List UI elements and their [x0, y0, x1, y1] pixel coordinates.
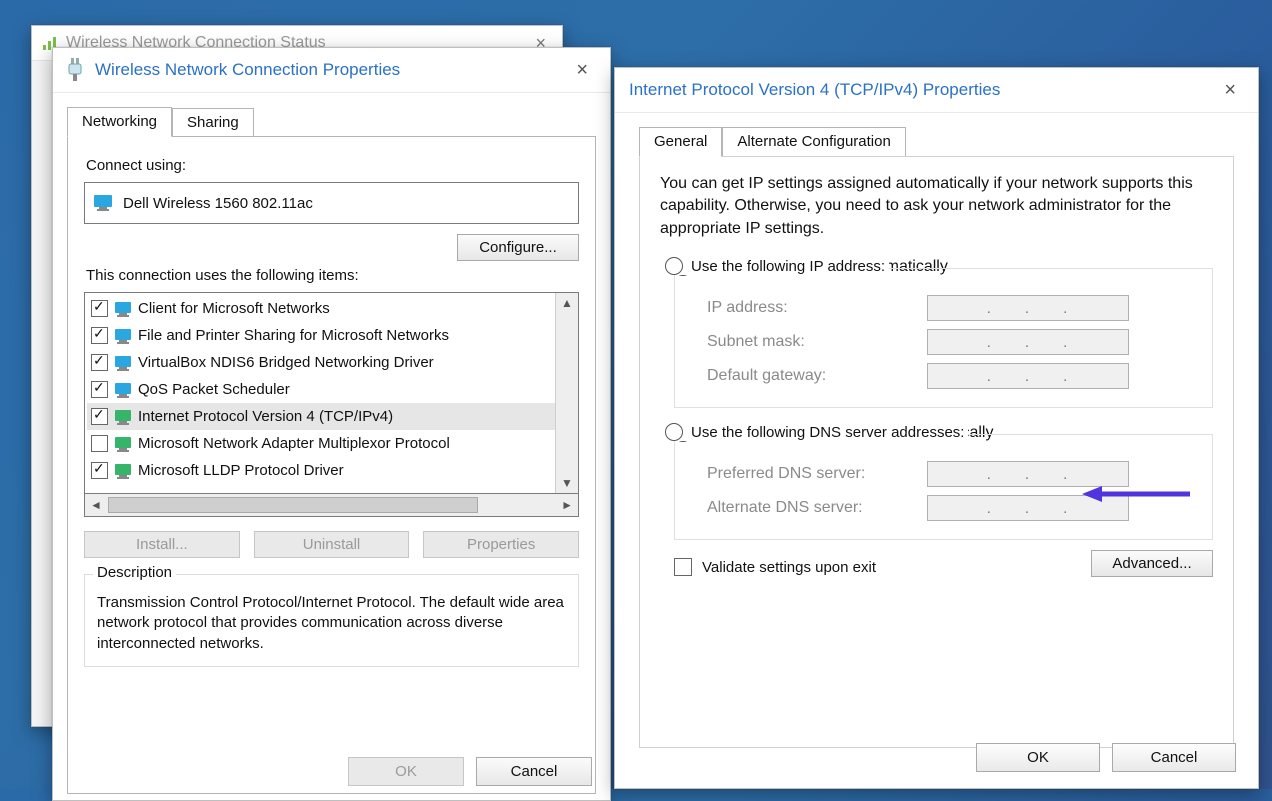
- item-label: Microsoft Network Adapter Multiplexor Pr…: [138, 435, 450, 452]
- tab-networking[interactable]: Networking: [67, 107, 172, 137]
- props-titlebar[interactable]: Wireless Network Connection Properties ×: [53, 48, 610, 93]
- uninstall-button[interactable]: Uninstall: [254, 531, 410, 558]
- items-scrollbar-horizontal[interactable]: ◄ ►: [84, 494, 579, 517]
- ipv4-title: Internet Protocol Version 4 (TCP/IPv4) P…: [629, 80, 1216, 100]
- props-ok-button[interactable]: OK: [348, 757, 464, 786]
- protocol-icon: [114, 354, 134, 372]
- adapter-name: Dell Wireless 1560 802.11ac: [123, 195, 313, 212]
- radio-dns-manual[interactable]: [665, 423, 683, 441]
- subnet-mask-input: ...: [927, 329, 1129, 355]
- scroll-left-arrow[interactable]: ◄: [85, 498, 107, 512]
- props-title: Wireless Network Connection Properties: [95, 60, 568, 80]
- scroll-thumb[interactable]: [108, 497, 478, 513]
- item-label: Internet Protocol Version 4 (TCP/IPv4): [138, 408, 393, 425]
- items-label: This connection uses the following items…: [86, 267, 577, 284]
- ipv4-info-text: You can get IP settings assigned automat…: [660, 173, 1213, 240]
- item-checkbox[interactable]: [91, 354, 108, 371]
- networking-panel: Connect using: Dell Wireless 1560 802.11…: [67, 136, 596, 794]
- radio-dns-manual-label: Use the following DNS server addresses:: [691, 424, 964, 441]
- connection-item[interactable]: QoS Packet Scheduler: [87, 376, 555, 403]
- item-label: VirtualBox NDIS6 Bridged Networking Driv…: [138, 354, 434, 371]
- radio-ip-manual-label: Use the following IP address:: [691, 258, 885, 275]
- alternate-dns-input: ...: [927, 495, 1129, 521]
- general-panel: You can get IP settings assigned automat…: [639, 156, 1234, 748]
- ip-address-label: IP address:: [707, 299, 927, 317]
- scroll-track[interactable]: [107, 494, 556, 516]
- configure-button[interactable]: Configure...: [457, 234, 579, 261]
- ip-address-input: ...: [927, 295, 1129, 321]
- item-label: Microsoft LLDP Protocol Driver: [138, 462, 344, 479]
- subnet-mask-label: Subnet mask:: [707, 333, 927, 351]
- default-gateway-label: Default gateway:: [707, 367, 927, 385]
- protocol-icon: [114, 327, 134, 345]
- description-legend: Description: [93, 564, 176, 581]
- validate-label: Validate settings upon exit: [702, 559, 876, 576]
- ip-manual-group: Use the following IP address: IP address…: [674, 268, 1213, 408]
- item-checkbox[interactable]: [91, 435, 108, 452]
- ipv4-titlebar[interactable]: Internet Protocol Version 4 (TCP/IPv4) P…: [615, 68, 1258, 113]
- item-checkbox[interactable]: [91, 408, 108, 425]
- item-checkbox[interactable]: [91, 327, 108, 344]
- advanced-button[interactable]: Advanced...: [1091, 550, 1213, 577]
- connection-item[interactable]: Microsoft Network Adapter Multiplexor Pr…: [87, 430, 555, 457]
- scroll-up-arrow[interactable]: ▲: [556, 293, 578, 313]
- protocol-icon: [114, 300, 134, 318]
- connection-properties-window: Wireless Network Connection Properties ×…: [52, 47, 611, 801]
- install-button[interactable]: Install...: [84, 531, 240, 558]
- item-checkbox[interactable]: [91, 462, 108, 479]
- radio-ip-manual[interactable]: [665, 257, 683, 275]
- protocol-icon: [114, 462, 134, 480]
- protocol-icon: [114, 408, 134, 426]
- protocol-icon: [114, 435, 134, 453]
- props-cancel-button[interactable]: Cancel: [476, 757, 592, 786]
- properties-button[interactable]: Properties: [423, 531, 579, 558]
- ipv4-ok-button[interactable]: OK: [976, 743, 1100, 772]
- tab-alternate-configuration[interactable]: Alternate Configuration: [722, 127, 905, 157]
- ipv4-close-button[interactable]: ×: [1216, 77, 1244, 104]
- default-gateway-input: ...: [927, 363, 1129, 389]
- preferred-dns-input: ...: [927, 461, 1129, 487]
- tab-general[interactable]: General: [639, 127, 722, 157]
- scroll-right-arrow[interactable]: ►: [556, 498, 578, 512]
- items-scrollbar-vertical[interactable]: ▲ ▼: [555, 293, 578, 493]
- tab-sharing[interactable]: Sharing: [172, 108, 254, 137]
- connection-items-list[interactable]: Client for Microsoft Networks File and Pr…: [84, 292, 579, 494]
- network-adapter-icon: [93, 194, 115, 212]
- ethernet-plug-icon: [65, 57, 85, 83]
- props-close-button[interactable]: ×: [568, 57, 596, 84]
- preferred-dns-label: Preferred DNS server:: [707, 465, 927, 483]
- item-label: QoS Packet Scheduler: [138, 381, 290, 398]
- item-checkbox[interactable]: [91, 300, 108, 317]
- props-tabstrip: Networking Sharing: [67, 105, 610, 137]
- item-label: File and Printer Sharing for Microsoft N…: [138, 327, 449, 344]
- validate-checkbox[interactable]: [674, 558, 692, 576]
- description-text: Transmission Control Protocol/Internet P…: [97, 593, 566, 654]
- ipv4-properties-window: Internet Protocol Version 4 (TCP/IPv4) P…: [614, 67, 1259, 789]
- connection-item[interactable]: File and Printer Sharing for Microsoft N…: [87, 322, 555, 349]
- connection-item[interactable]: Internet Protocol Version 4 (TCP/IPv4): [87, 403, 555, 430]
- item-label: Client for Microsoft Networks: [138, 300, 330, 317]
- connection-item[interactable]: Microsoft LLDP Protocol Driver: [87, 457, 555, 484]
- description-group: Description Transmission Control Protoco…: [84, 574, 579, 667]
- item-checkbox[interactable]: [91, 381, 108, 398]
- adapter-box[interactable]: Dell Wireless 1560 802.11ac: [84, 182, 579, 224]
- connection-item[interactable]: VirtualBox NDIS6 Bridged Networking Driv…: [87, 349, 555, 376]
- dns-manual-group: Use the following DNS server addresses: …: [674, 434, 1213, 540]
- connection-item[interactable]: Client for Microsoft Networks: [87, 295, 555, 322]
- ipv4-cancel-button[interactable]: Cancel: [1112, 743, 1236, 772]
- alternate-dns-label: Alternate DNS server:: [707, 499, 927, 517]
- scroll-down-arrow[interactable]: ▼: [556, 473, 578, 493]
- connect-using-label: Connect using:: [86, 157, 577, 174]
- protocol-icon: [114, 381, 134, 399]
